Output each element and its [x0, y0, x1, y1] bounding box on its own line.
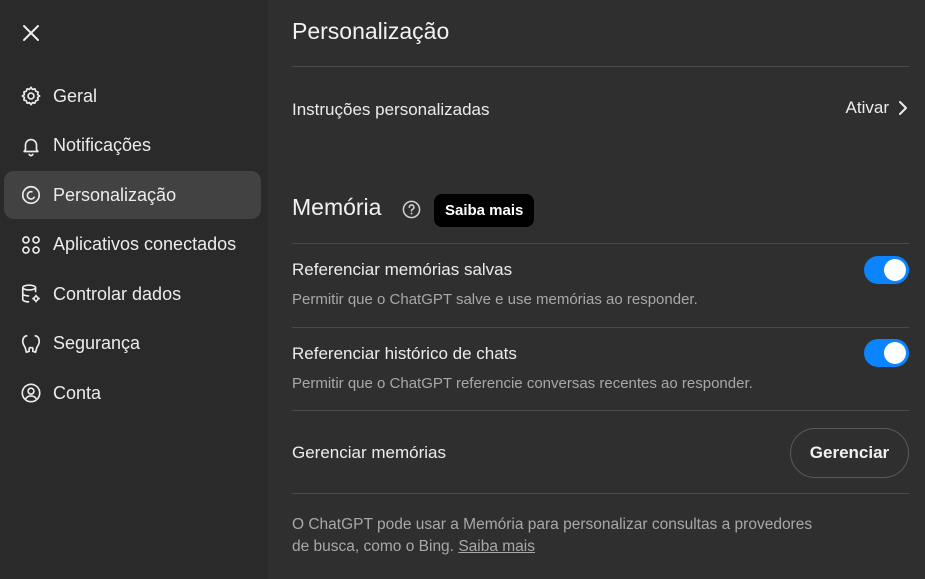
bell-icon: [19, 134, 43, 158]
divider: [292, 410, 909, 411]
footer-line-2: de busca, como o Bing.: [292, 538, 454, 555]
sidebar-item-label: Controlar dados: [53, 283, 182, 304]
gear-icon: [19, 84, 43, 108]
footer-line-1: O ChatGPT pode usar a Memória para perso…: [292, 516, 813, 533]
saved-memories-description: Permitir que o ChatGPT salve e use memór…: [292, 291, 698, 308]
chevron-right-icon: [899, 101, 907, 115]
toggle-knob: [884, 342, 906, 364]
manage-memories-label: Gerenciar memórias: [292, 443, 446, 462]
sidebar-item-label: Segurança: [53, 333, 141, 353]
database-icon: [19, 282, 43, 306]
settings-nav: Geral Notificações Personalização Aplica…: [4, 72, 261, 419]
security-icon: [19, 332, 43, 356]
sidebar-item-personalizacao[interactable]: Personalização: [4, 171, 261, 219]
settings-sidebar: Geral Notificações Personalização Aplica…: [0, 0, 268, 579]
divider: [292, 327, 909, 328]
chat-history-toggle[interactable]: [864, 339, 909, 367]
footer-learn-more-link[interactable]: Saiba mais: [458, 538, 535, 555]
saved-memories-toggle[interactable]: [864, 256, 909, 284]
chat-history-description: Permitir que o ChatGPT referencie conver…: [292, 375, 753, 392]
sidebar-item-seguranca[interactable]: Segurança: [4, 320, 261, 368]
toggle-knob: [884, 259, 906, 281]
sidebar-item-label: Personalização: [53, 184, 177, 205]
help-icon[interactable]: [402, 200, 421, 219]
personalization-icon: [19, 183, 43, 207]
divider: [292, 493, 909, 494]
activate-label: Ativar: [845, 98, 889, 117]
custom-instructions-label: Instruções personalizadas: [292, 100, 490, 119]
sidebar-item-label: Aplicativos conectados: [53, 234, 237, 254]
sidebar-item-geral[interactable]: Geral: [4, 72, 261, 120]
apps-icon: [19, 233, 43, 257]
close-icon: [23, 25, 39, 41]
page-title: Personalização: [292, 18, 450, 44]
account-icon: [19, 381, 43, 405]
divider: [292, 66, 909, 67]
sidebar-item-notificacoes[interactable]: Notificações: [4, 122, 261, 170]
manage-memories-button[interactable]: Gerenciar: [790, 428, 909, 478]
sidebar-item-aplicativos[interactable]: Aplicativos conectados: [4, 221, 261, 269]
learn-more-button[interactable]: Saiba mais: [434, 194, 535, 227]
sidebar-item-label: Geral: [53, 85, 98, 106]
saved-memories-label: Referenciar memórias salvas: [292, 260, 513, 279]
sidebar-item-label: Notificações: [53, 135, 152, 155]
sidebar-item-conta[interactable]: Conta: [4, 369, 261, 417]
settings-panel: Personalização Instruções personalizadas…: [292, 0, 909, 579]
divider: [292, 243, 909, 244]
activate-custom-instructions-button[interactable]: Ativar: [846, 98, 909, 118]
memory-footer-note: O ChatGPT pode usar a Memória para perso…: [292, 514, 852, 558]
sidebar-item-label: Conta: [53, 382, 102, 403]
memory-section-title: Memória: [292, 194, 382, 220]
chat-history-label: Referenciar histórico de chats: [292, 344, 517, 363]
close-button[interactable]: [16, 18, 46, 48]
sidebar-item-controlar-dados[interactable]: Controlar dados: [4, 270, 261, 318]
